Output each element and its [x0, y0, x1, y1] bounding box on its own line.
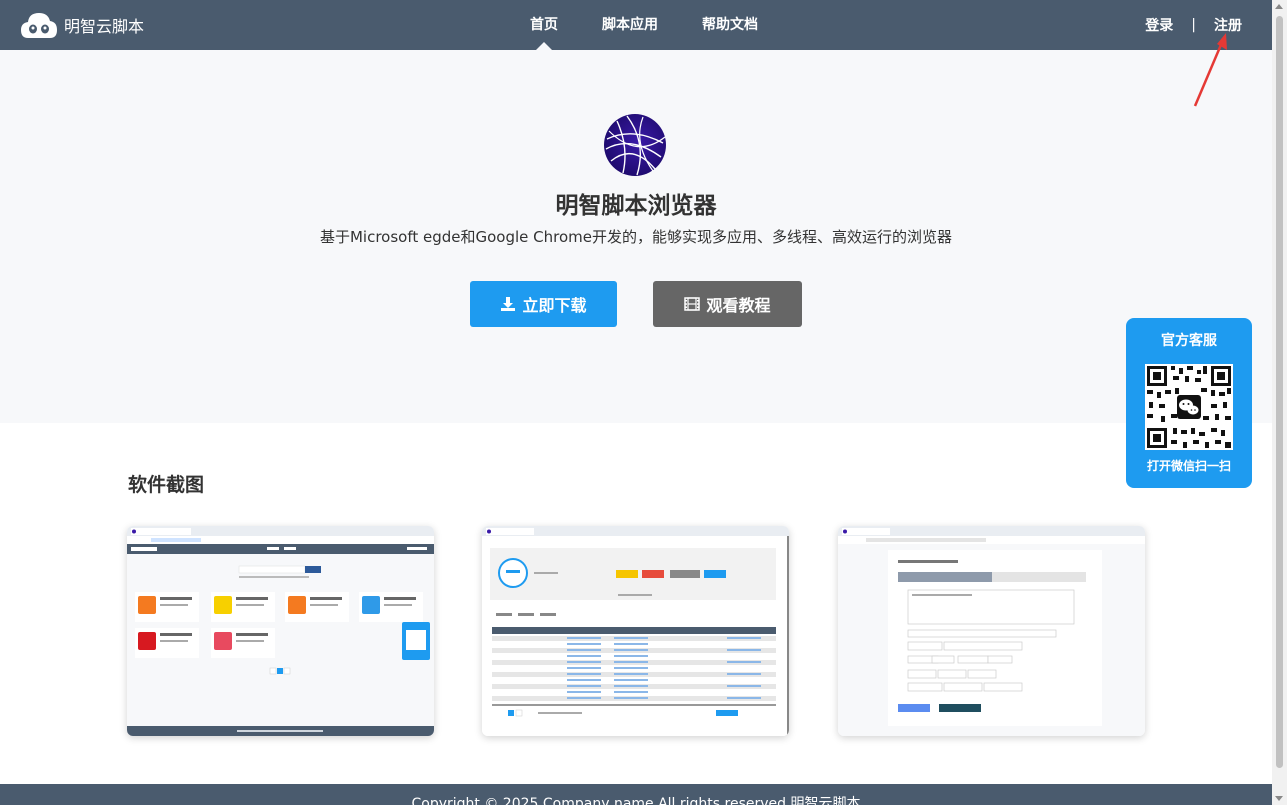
software-screenshot-1[interactable]: [127, 526, 434, 736]
logo-text: 明智云脚本: [64, 17, 145, 36]
customer-service-widget[interactable]: 官方客服 打开微信扫一扫: [1126, 318, 1252, 488]
wechat-qr-code: [1145, 364, 1233, 450]
site-logo[interactable]: 明智云脚本: [20, 10, 144, 40]
download-button[interactable]: 立即下载: [470, 281, 617, 327]
customer-service-title: 官方客服: [1161, 333, 1217, 349]
screenshot-image: [838, 526, 1145, 736]
watch-tutorial-button[interactable]: 观看教程: [653, 281, 802, 327]
page-footer: Copyright © 2025 Company name All rights…: [0, 784, 1272, 805]
cloud-face-icon: [21, 13, 57, 38]
nav-script-apps[interactable]: 脚本应用: [580, 0, 680, 50]
screenshots-title: 软件截图: [128, 474, 205, 496]
download-icon: [501, 297, 516, 311]
scrollbar-thumb[interactable]: [1276, 16, 1283, 768]
annotation-arrow-icon: [1193, 33, 1227, 107]
hero-title: 明智脚本浏览器: [555, 193, 717, 219]
scroll-up-arrow-icon[interactable]: [1275, 4, 1283, 9]
nav-help-docs[interactable]: 帮助文档: [680, 0, 780, 50]
screenshot-image: [127, 526, 434, 736]
top-navbar: 明智云脚本 首页 脚本应用 帮助文档 登录 | 注册: [0, 0, 1272, 50]
login-link[interactable]: 登录: [1145, 15, 1173, 35]
main-nav: 首页 脚本应用 帮助文档: [508, 0, 780, 50]
nav-home[interactable]: 首页: [508, 0, 580, 50]
software-screenshot-3[interactable]: [838, 526, 1145, 736]
copyright-text: Copyright © 2025 Company name All rights…: [411, 796, 861, 805]
customer-service-hint: 打开微信扫一扫: [1146, 459, 1231, 473]
hero-section: 明智脚本浏览器 基于Microsoft egde和Google Chrome开发…: [0, 50, 1272, 423]
hero-subtitle: 基于Microsoft egde和Google Chrome开发的，能够实现多应…: [319, 228, 953, 246]
page-scrollbar[interactable]: [1272, 0, 1287, 805]
globe-icon: [604, 114, 666, 176]
download-label: 立即下载: [522, 296, 587, 315]
scroll-down-arrow-icon[interactable]: [1275, 796, 1283, 801]
tutorial-label: 观看教程: [706, 296, 771, 315]
screenshot-image: [482, 526, 789, 736]
film-icon: [684, 297, 701, 311]
software-screenshot-2[interactable]: [482, 526, 789, 736]
